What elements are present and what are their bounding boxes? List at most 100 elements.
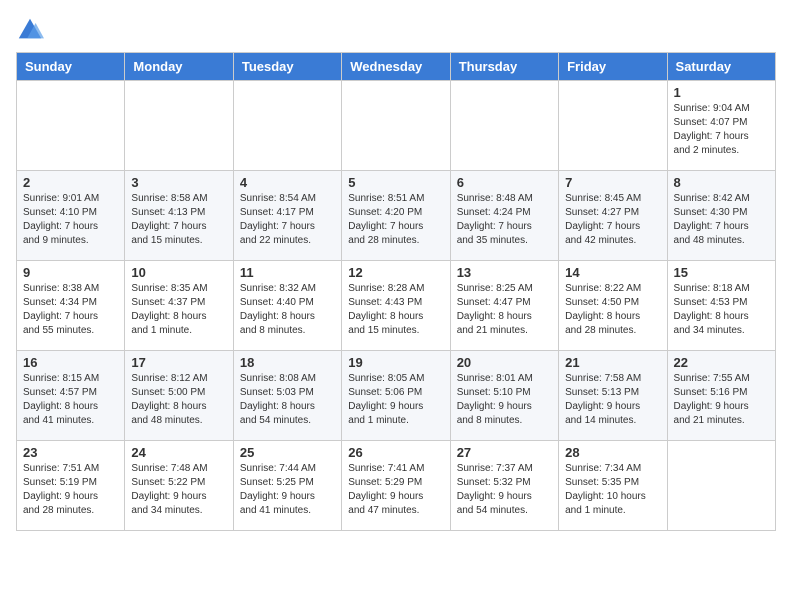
- day-number: 2: [23, 175, 118, 190]
- day-info: Sunrise: 7:51 AM Sunset: 5:19 PM Dayligh…: [23, 462, 118, 518]
- day-cell: 10 Sunrise: 8:35 AM Sunset: 4:37 PM Dayli…: [125, 261, 233, 351]
- day-number: 8: [674, 175, 769, 190]
- calendar-body: 1 Sunrise: 9:04 AM Sunset: 4:07 PM Daylig…: [17, 81, 776, 531]
- day-number: 1: [674, 85, 769, 100]
- day-number: 22: [674, 355, 769, 370]
- day-info: Sunrise: 7:48 AM Sunset: 5:22 PM Dayligh…: [131, 462, 226, 518]
- day-number: 26: [348, 445, 443, 460]
- week-row-4: 16 Sunrise: 8:15 AM Sunset: 4:57 PM Dayli…: [17, 351, 776, 441]
- day-cell: [233, 81, 341, 171]
- day-cell: 1 Sunrise: 9:04 AM Sunset: 4:07 PM Daylig…: [667, 81, 775, 171]
- day-cell: 12Sunrise: 8:28 AM Sunset: 4:43 PM Dayli…: [342, 261, 450, 351]
- week-row-5: 23 Sunrise: 7:51 AM Sunset: 5:19 PM Dayli…: [17, 441, 776, 531]
- day-info: Sunrise: 8:18 AM Sunset: 4:53 PM Dayligh…: [674, 282, 769, 338]
- day-number: 7: [565, 175, 660, 190]
- day-cell: 21 Sunrise: 7:58 AM Sunset: 5:13 PM Dayli…: [559, 351, 667, 441]
- day-info: Sunrise: 8:42 AM Sunset: 4:30 PM Dayligh…: [674, 192, 769, 248]
- day-number: 3: [131, 175, 226, 190]
- day-cell: 23 Sunrise: 7:51 AM Sunset: 5:19 PM Dayli…: [17, 441, 125, 531]
- day-number: 19: [348, 355, 443, 370]
- day-cell: [559, 81, 667, 171]
- week-row-3: 9Sunrise: 8:38 AM Sunset: 4:34 PM Daylig…: [17, 261, 776, 351]
- day-cell: 14Sunrise: 8:22 AM Sunset: 4:50 PM Dayli…: [559, 261, 667, 351]
- day-info: Sunrise: 8:25 AM Sunset: 4:47 PM Dayligh…: [457, 282, 552, 338]
- weekday-thursday: Thursday: [450, 53, 558, 81]
- day-number: 6: [457, 175, 552, 190]
- day-number: 25: [240, 445, 335, 460]
- weekday-friday: Friday: [559, 53, 667, 81]
- day-info: Sunrise: 8:32 AM Sunset: 4:40 PM Dayligh…: [240, 282, 335, 338]
- calendar: SundayMondayTuesdayWednesdayThursdayFrid…: [16, 52, 776, 531]
- day-cell: 18 Sunrise: 8:08 AM Sunset: 5:03 PM Dayli…: [233, 351, 341, 441]
- day-cell: 11Sunrise: 8:32 AM Sunset: 4:40 PM Dayli…: [233, 261, 341, 351]
- weekday-wednesday: Wednesday: [342, 53, 450, 81]
- day-cell: [342, 81, 450, 171]
- day-info: Sunrise: 8:48 AM Sunset: 4:24 PM Dayligh…: [457, 192, 552, 248]
- day-cell: 13Sunrise: 8:25 AM Sunset: 4:47 PM Dayli…: [450, 261, 558, 351]
- day-cell: 15 Sunrise: 8:18 AM Sunset: 4:53 PM Dayli…: [667, 261, 775, 351]
- day-number: 24: [131, 445, 226, 460]
- day-info: Sunrise: 8:51 AM Sunset: 4:20 PM Dayligh…: [348, 192, 443, 248]
- day-info: Sunrise: 7:37 AM Sunset: 5:32 PM Dayligh…: [457, 462, 552, 518]
- week-row-2: 2 Sunrise: 9:01 AM Sunset: 4:10 PM Daylig…: [17, 171, 776, 261]
- day-info: Sunrise: 8:12 AM Sunset: 5:00 PM Dayligh…: [131, 372, 226, 428]
- day-number: 27: [457, 445, 552, 460]
- weekday-tuesday: Tuesday: [233, 53, 341, 81]
- day-number: 4: [240, 175, 335, 190]
- day-info: Sunrise: 8:28 AM Sunset: 4:43 PM Dayligh…: [348, 282, 443, 338]
- day-cell: 4 Sunrise: 8:54 AM Sunset: 4:17 PM Daylig…: [233, 171, 341, 261]
- day-cell: 17 Sunrise: 8:12 AM Sunset: 5:00 PM Dayli…: [125, 351, 233, 441]
- day-cell: 5 Sunrise: 8:51 AM Sunset: 4:20 PM Daylig…: [342, 171, 450, 261]
- day-cell: 8 Sunrise: 8:42 AM Sunset: 4:30 PM Daylig…: [667, 171, 775, 261]
- weekday-sunday: Sunday: [17, 53, 125, 81]
- weekday-saturday: Saturday: [667, 53, 775, 81]
- day-number: 5: [348, 175, 443, 190]
- day-number: 20: [457, 355, 552, 370]
- day-cell: 2 Sunrise: 9:01 AM Sunset: 4:10 PM Daylig…: [17, 171, 125, 261]
- day-info: Sunrise: 7:34 AM Sunset: 5:35 PM Dayligh…: [565, 462, 660, 518]
- weekday-header-row: SundayMondayTuesdayWednesdayThursdayFrid…: [17, 53, 776, 81]
- day-number: 18: [240, 355, 335, 370]
- day-info: Sunrise: 7:55 AM Sunset: 5:16 PM Dayligh…: [674, 372, 769, 428]
- day-cell: 19 Sunrise: 8:05 AM Sunset: 5:06 PM Dayli…: [342, 351, 450, 441]
- day-number: 28: [565, 445, 660, 460]
- day-info: Sunrise: 7:58 AM Sunset: 5:13 PM Dayligh…: [565, 372, 660, 428]
- day-number: 17: [131, 355, 226, 370]
- day-cell: 20 Sunrise: 8:01 AM Sunset: 5:10 PM Dayli…: [450, 351, 558, 441]
- day-cell: 16 Sunrise: 8:15 AM Sunset: 4:57 PM Dayli…: [17, 351, 125, 441]
- day-info: Sunrise: 8:08 AM Sunset: 5:03 PM Dayligh…: [240, 372, 335, 428]
- day-cell: 28 Sunrise: 7:34 AM Sunset: 5:35 PM Dayli…: [559, 441, 667, 531]
- logo: [16, 16, 48, 44]
- day-cell: 25 Sunrise: 7:44 AM Sunset: 5:25 PM Dayli…: [233, 441, 341, 531]
- day-info: Sunrise: 8:15 AM Sunset: 4:57 PM Dayligh…: [23, 372, 118, 428]
- week-row-1: 1 Sunrise: 9:04 AM Sunset: 4:07 PM Daylig…: [17, 81, 776, 171]
- day-info: Sunrise: 8:35 AM Sunset: 4:37 PM Dayligh…: [131, 282, 226, 338]
- day-info: Sunrise: 7:44 AM Sunset: 5:25 PM Dayligh…: [240, 462, 335, 518]
- day-info: Sunrise: 8:05 AM Sunset: 5:06 PM Dayligh…: [348, 372, 443, 428]
- day-info: Sunrise: 9:04 AM Sunset: 4:07 PM Dayligh…: [674, 102, 769, 158]
- day-cell: 9Sunrise: 8:38 AM Sunset: 4:34 PM Daylig…: [17, 261, 125, 351]
- page-header: [16, 16, 776, 44]
- day-number: 21: [565, 355, 660, 370]
- day-info: Sunrise: 9:01 AM Sunset: 4:10 PM Dayligh…: [23, 192, 118, 248]
- day-cell: 27 Sunrise: 7:37 AM Sunset: 5:32 PM Dayli…: [450, 441, 558, 531]
- day-info: Sunrise: 8:22 AM Sunset: 4:50 PM Dayligh…: [565, 282, 660, 338]
- day-info: Sunrise: 8:01 AM Sunset: 5:10 PM Dayligh…: [457, 372, 552, 428]
- weekday-monday: Monday: [125, 53, 233, 81]
- day-number: 10: [131, 265, 226, 280]
- calendar-header: SundayMondayTuesdayWednesdayThursdayFrid…: [17, 53, 776, 81]
- day-number: 16: [23, 355, 118, 370]
- day-cell: [125, 81, 233, 171]
- day-info: Sunrise: 8:54 AM Sunset: 4:17 PM Dayligh…: [240, 192, 335, 248]
- day-number: 23: [23, 445, 118, 460]
- day-number: 15: [674, 265, 769, 280]
- day-info: Sunrise: 7:41 AM Sunset: 5:29 PM Dayligh…: [348, 462, 443, 518]
- day-cell: 6 Sunrise: 8:48 AM Sunset: 4:24 PM Daylig…: [450, 171, 558, 261]
- day-cell: 3 Sunrise: 8:58 AM Sunset: 4:13 PM Daylig…: [125, 171, 233, 261]
- day-cell: 7Sunrise: 8:45 AM Sunset: 4:27 PM Daylig…: [559, 171, 667, 261]
- day-cell: [17, 81, 125, 171]
- day-cell: [667, 441, 775, 531]
- day-info: Sunrise: 8:38 AM Sunset: 4:34 PM Dayligh…: [23, 282, 118, 338]
- logo-icon: [16, 16, 44, 44]
- day-info: Sunrise: 8:58 AM Sunset: 4:13 PM Dayligh…: [131, 192, 226, 248]
